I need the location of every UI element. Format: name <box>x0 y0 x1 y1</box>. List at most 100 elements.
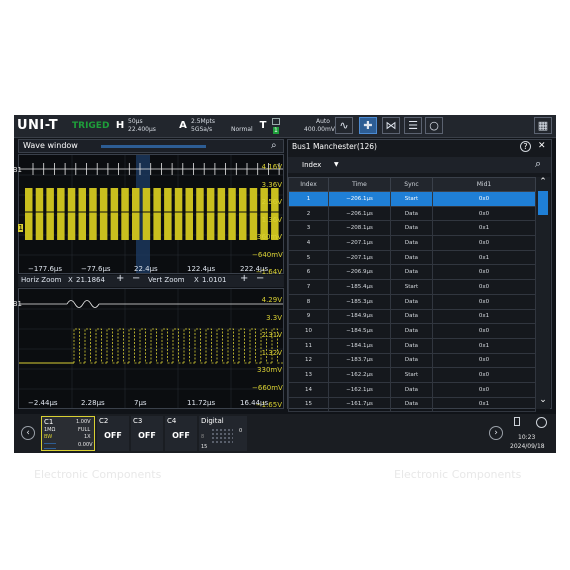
cell-index: 10 <box>288 323 329 339</box>
decode-table-row[interactable]: 10 −184.5μs Data 0x0 <box>288 323 536 339</box>
channel-4-name: C4 <box>167 417 177 425</box>
filter-select-label: Index <box>302 161 322 169</box>
cell-index: 6 <box>288 264 329 281</box>
decode-scrollbar[interactable]: ⌃ ⌄ <box>536 177 550 409</box>
grid-icon[interactable]: ⋈ <box>382 117 400 134</box>
cell-sync: Data <box>390 249 433 266</box>
waveform-area: Wave window ⌕ B1 1 4.16V 3.36V 2.56V 1.36V 3 <box>14 139 284 409</box>
decode-table-row[interactable]: 2 −206.1μs Data 0x0 <box>288 205 536 222</box>
scroll-right-icon[interactable]: › <box>489 426 503 440</box>
y-axis-label: 4.29V <box>261 296 282 304</box>
table-icon[interactable]: ☰ <box>404 117 422 134</box>
channel-1-scale: 1.00V <box>76 419 91 425</box>
horizontal-key[interactable]: H <box>114 119 126 133</box>
cell-index: 8 <box>288 293 329 310</box>
cell-sync: Start <box>390 279 433 295</box>
scroll-left-icon[interactable]: ‹ <box>21 426 35 440</box>
cell-index: 13 <box>288 367 329 383</box>
cell-sync: Data <box>390 235 433 251</box>
horizontal-position[interactable]: 22.400μs <box>128 126 156 133</box>
channel-2-box[interactable]: C2 OFF <box>97 416 129 451</box>
decode-table-row[interactable]: 6 −206.9μs Data 0x0 <box>288 264 536 281</box>
cell-sync: Start <box>390 367 433 383</box>
decode-table-row[interactable]: 15 −161.7μs Data 0x1 <box>288 396 536 413</box>
channel-3-box[interactable]: C3 OFF <box>131 416 163 451</box>
y-axis-label: 4.16V <box>261 163 282 171</box>
cell-index: 14 <box>288 381 329 398</box>
zoom-wave-grid[interactable] <box>18 288 284 409</box>
zoom-search-icon[interactable]: ⌕ <box>271 140 277 151</box>
decode-table-row[interactable]: 9 −184.9μs Data 0x1 <box>288 308 536 325</box>
scroll-thumb[interactable] <box>538 191 548 215</box>
usb-icon <box>514 417 520 426</box>
vert-zoom-minus-button[interactable]: − <box>256 273 264 284</box>
main-wave-grid[interactable] <box>18 154 284 274</box>
trigger-mode[interactable]: Auto <box>316 118 330 125</box>
cursor-icon[interactable]: ✚ <box>359 117 377 134</box>
cell-sync: Data <box>390 323 433 339</box>
digital-low: 0 <box>239 428 243 434</box>
window-layout-icon[interactable]: ▦ <box>534 117 552 134</box>
wave-window-header: Wave window ⌕ <box>18 139 284 153</box>
decode-table-row[interactable]: 11 −184.1μs Data 0x1 <box>288 337 536 354</box>
x-axis-label: 2.28μs <box>81 399 105 407</box>
channel-4-box[interactable]: C4 OFF <box>165 416 197 451</box>
cell-sync: Data <box>390 337 433 354</box>
acquire-depth[interactable]: 2.5Mpts <box>191 118 215 125</box>
vert-zoom-value[interactable]: 1.0101 <box>202 276 227 284</box>
search-icon[interactable]: ○ <box>425 117 443 134</box>
channel-2-state: OFF <box>104 431 122 440</box>
decode-table-row[interactable]: 14 −162.1μs Data 0x0 <box>288 381 536 398</box>
filter-select[interactable]: Index ▼ <box>302 159 350 171</box>
cell-sync: Data <box>390 264 433 281</box>
cell-index: 5 <box>288 249 329 266</box>
decode-table-row[interactable]: 3 −208.1μs Data 0x1 <box>288 220 536 237</box>
x-axis-label: 7μs <box>134 399 147 407</box>
decode-table-row[interactable]: 7 −185.4μs Start 0x0 <box>288 279 536 295</box>
horizontal-timebase[interactable]: 50μs <box>128 118 143 125</box>
decode-table-row[interactable]: 12 −183.7μs Data 0x0 <box>288 352 536 369</box>
chevron-down-icon: ▼ <box>334 161 339 168</box>
col-time[interactable]: Time <box>328 177 391 192</box>
digital-box[interactable]: Digital 0 8 15 <box>199 416 247 451</box>
x-axis-label: −2.44μs <box>28 399 58 407</box>
decode-table-row[interactable]: 1 −206.1μs Start 0x0 <box>288 191 536 207</box>
y-axis-label: −660mV <box>252 383 283 392</box>
channel-1-coupling-icon <box>44 443 56 449</box>
decode-table: Index Time Sync Mid1 1 −206.1μs Start 0x0 2−… <box>288 177 536 413</box>
col-sync[interactable]: Sync <box>390 177 433 192</box>
measure-icon[interactable]: ∿ <box>335 117 353 134</box>
decode-table-row[interactable]: 8 −185.3μs Data 0x0 <box>288 293 536 310</box>
help-icon[interactable]: ? <box>520 141 531 152</box>
decode-header: Bus1 Manchester(126) ? ✕ <box>288 140 551 154</box>
close-icon[interactable]: ✕ <box>538 141 546 151</box>
cell-time: −184.9μs <box>328 308 391 325</box>
horiz-zoom-value[interactable]: 21.1864 <box>76 276 105 284</box>
scroll-down-icon[interactable]: ⌄ <box>536 395 550 405</box>
decode-table-row[interactable]: 13 −162.2μs Start 0x0 <box>288 367 536 383</box>
cell-mid1: 0x1 <box>432 308 536 325</box>
col-index[interactable]: Index <box>288 177 329 192</box>
decode-search-icon[interactable]: ⌕ <box>535 157 541 171</box>
decode-table-row[interactable]: 4 −207.1μs Data 0x0 <box>288 235 536 251</box>
trigger-key[interactable]: T <box>257 119 269 133</box>
acquire-rate[interactable]: 5GSa/s <box>191 126 212 133</box>
decode-table-row[interactable]: 5 −207.1μs Data 0x1 <box>288 249 536 266</box>
main-wave-svg <box>19 155 283 273</box>
channel-1-box[interactable]: C1 1.00V 1MΩ FULL BW 1X 0.00V <box>41 416 95 451</box>
cell-mid1: 0x0 <box>432 279 536 295</box>
trigger-level[interactable]: 400.00mV <box>304 126 335 133</box>
cell-sync: Data <box>390 220 433 237</box>
horiz-zoom-minus-button[interactable]: − <box>132 273 140 284</box>
vert-zoom-plus-button[interactable]: + <box>240 273 248 284</box>
horiz-zoom-x: X <box>68 276 73 284</box>
acquire-key[interactable]: A <box>177 119 189 133</box>
col-mid1[interactable]: Mid1 <box>432 177 536 192</box>
timeline-overview[interactable] <box>101 145 206 148</box>
acquire-mode[interactable]: Normal <box>231 126 253 133</box>
cell-time: −207.1μs <box>328 249 391 266</box>
horiz-zoom-plus-button[interactable]: + <box>116 273 124 284</box>
x-axis-label: −177.6μs <box>28 265 63 273</box>
scroll-up-icon[interactable]: ⌃ <box>536 177 550 187</box>
y-axis-label: 1.32V <box>261 348 282 357</box>
